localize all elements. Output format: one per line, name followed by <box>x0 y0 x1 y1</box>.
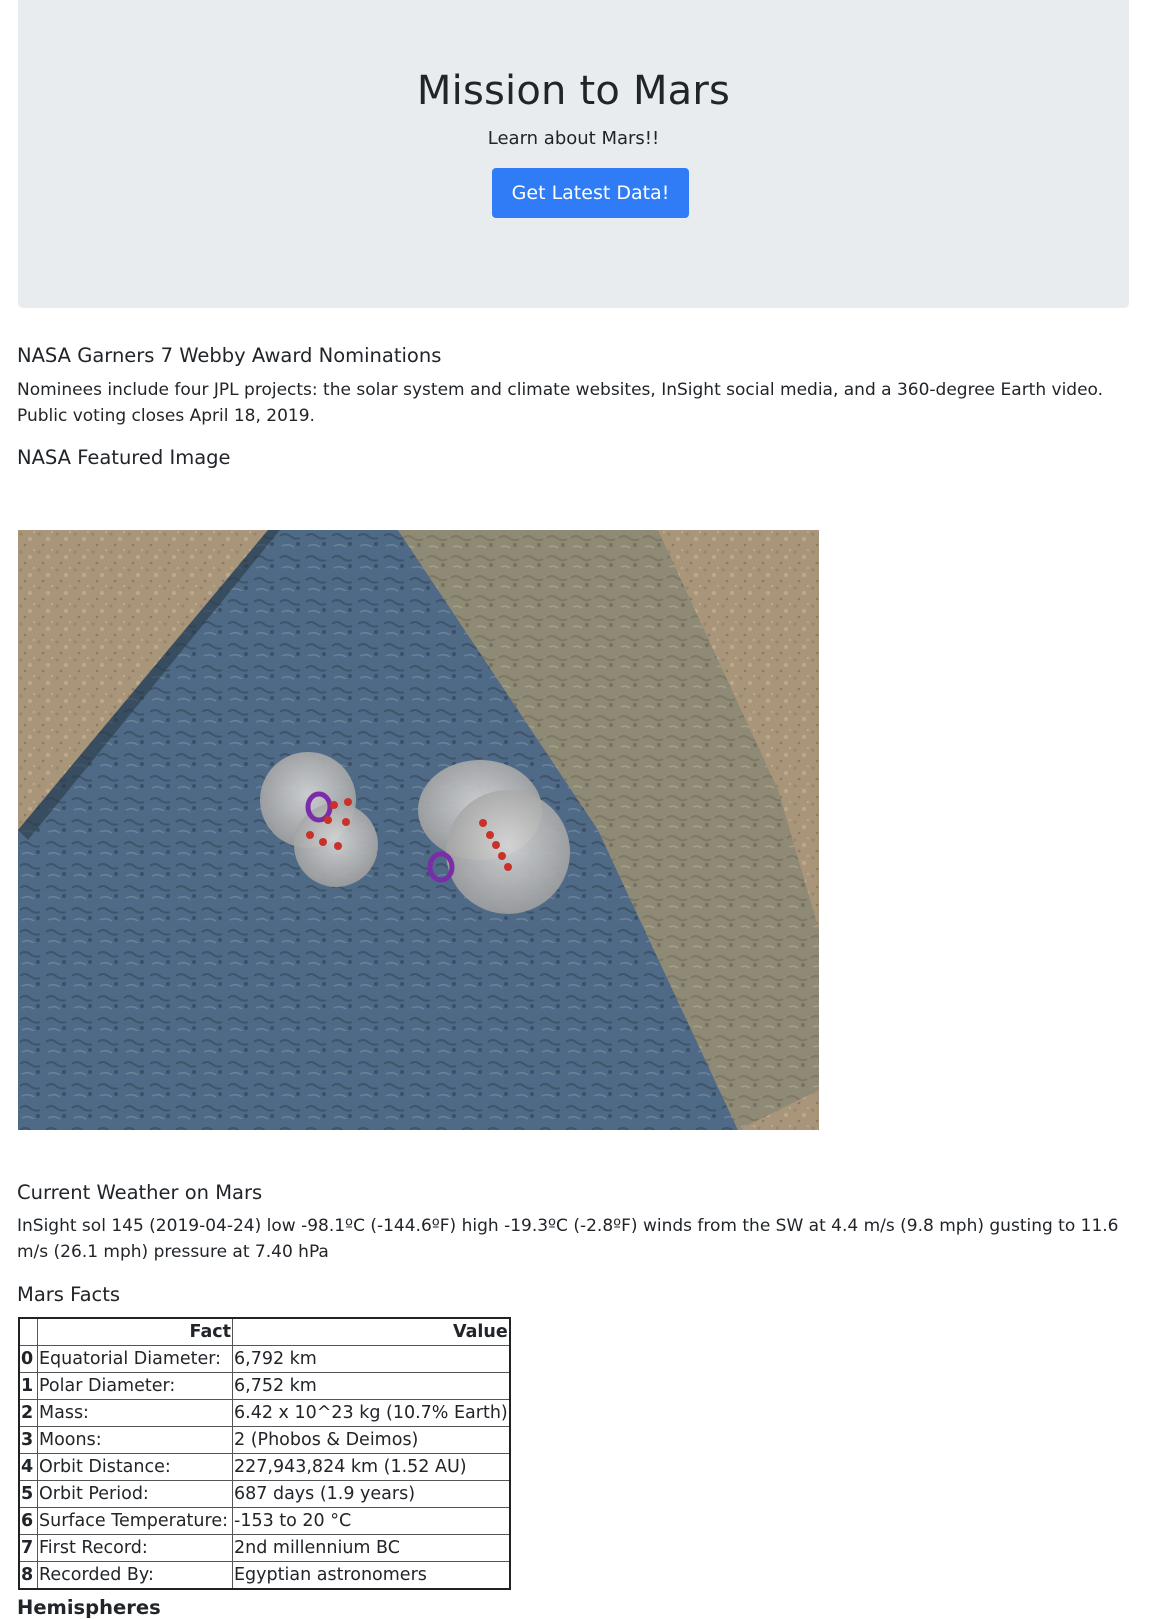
fact-cell: Equatorial Diameter: <box>37 1345 233 1373</box>
header-jumbotron: Mission to Mars Learn about Mars!! Get L… <box>18 0 1129 308</box>
value-cell: 687 days (1.9 years) <box>231 1480 511 1508</box>
value-cell: Egyptian astronomers <box>231 1561 511 1590</box>
value-cell: -153 to 20 °C <box>231 1507 511 1535</box>
table-row: 8 Recorded By: Egyptian astronomers <box>18 1561 511 1590</box>
row-index: 5 <box>18 1480 38 1508</box>
table-row: 4 Orbit Distance: 227,943,824 km (1.52 A… <box>18 1453 511 1481</box>
facts-title: Mars Facts <box>17 1283 121 1306</box>
fact-cell: Orbit Distance: <box>37 1453 233 1481</box>
fact-cell: Surface Temperature: <box>37 1507 233 1535</box>
row-index: 7 <box>18 1534 38 1562</box>
featured-image-title: NASA Featured Image <box>17 446 231 469</box>
fact-cell: First Record: <box>37 1534 233 1562</box>
table-row: 2 Mass: 6.42 x 10^23 kg (10.7% Earth) <box>18 1399 511 1427</box>
hemispheres-title: Hemispheres <box>17 1596 161 1619</box>
fact-cell: Polar Diameter: <box>37 1372 233 1400</box>
table-row: 1 Polar Diameter: 6,752 km <box>18 1372 511 1400</box>
row-index: 4 <box>18 1453 38 1481</box>
value-cell: 6.42 x 10^23 kg (10.7% Earth) <box>231 1399 511 1427</box>
row-index: 0 <box>18 1345 38 1373</box>
news-title: NASA Garners 7 Webby Award Nominations <box>17 344 442 367</box>
table-row: 5 Orbit Period: 687 days (1.9 years) <box>18 1480 511 1508</box>
mars-facts-table: Fact Value 0 Equatorial Diameter: 6,792 … <box>18 1317 511 1590</box>
news-paragraph: Nominees include four JPL projects: the … <box>17 380 1104 426</box>
row-index: 8 <box>18 1561 38 1590</box>
value-cell: 6,792 km <box>231 1345 511 1373</box>
value-cell: 2 (Phobos & Deimos) <box>231 1426 511 1454</box>
table-row: 7 First Record: 2nd millennium BC <box>18 1534 511 1562</box>
table-header-fact: Fact <box>37 1317 233 1346</box>
value-cell: 6,752 km <box>231 1372 511 1400</box>
page-title: Mission to Mars <box>416 68 731 114</box>
table-row: 3 Moons: 2 (Phobos & Deimos) <box>18 1426 511 1454</box>
value-cell: 227,943,824 km (1.52 AU) <box>231 1453 511 1481</box>
table-row: 0 Equatorial Diameter: 6,792 km <box>18 1345 511 1373</box>
weather-title: Current Weather on Mars <box>17 1181 263 1204</box>
row-index: 2 <box>18 1399 38 1427</box>
row-index: 1 <box>18 1372 38 1400</box>
fact-cell: Moons: <box>37 1426 233 1454</box>
get-latest-data-button[interactable]: Get Latest Data! <box>492 168 689 218</box>
value-cell: 2nd millennium BC <box>231 1534 511 1562</box>
table-header-row: Fact Value <box>18 1317 511 1346</box>
row-index: 6 <box>18 1507 38 1535</box>
table-header-value: Value <box>231 1317 511 1346</box>
weather-text: InSight sol 145 (2019-04-24) low -98.1ºC… <box>17 1216 1119 1262</box>
fact-cell: Recorded By: <box>37 1561 233 1590</box>
table-row: 6 Surface Temperature: -153 to 20 °C <box>18 1507 511 1535</box>
fact-cell: Orbit Period: <box>37 1480 233 1508</box>
fact-cell: Mass: <box>37 1399 233 1427</box>
featured-mars-image <box>18 530 819 1130</box>
table-header-index <box>18 1317 38 1346</box>
row-index: 3 <box>18 1426 38 1454</box>
page-subtitle: Learn about Mars!! <box>487 128 660 149</box>
